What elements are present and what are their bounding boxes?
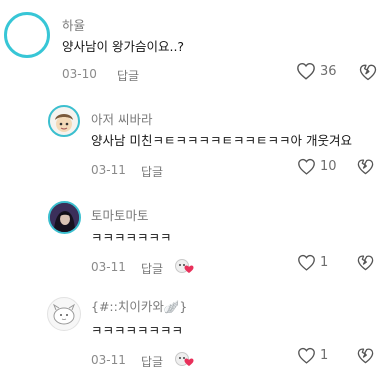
avatar-ring-icon[interactable] [4,12,50,58]
like-count: 1 [320,255,329,270]
avatar-photo-icon[interactable] [48,201,81,234]
reply-button[interactable]: 답글 [117,67,139,84]
creator-liked-icon [174,258,194,274]
like-count: 36 [320,63,337,79]
cartoon-face-icon [55,114,73,132]
comment-author[interactable]: 아저 씨바라 [91,109,152,128]
comment-date: 03-10 [62,67,97,81]
like-count: 10 [320,159,337,174]
creator-liked-icon [174,351,194,367]
heart-icon [297,62,315,80]
reply-button[interactable]: 답글 [141,260,163,277]
like-button[interactable]: 1 [297,254,328,271]
comment-date: 03-11 [91,260,126,274]
like-button[interactable]: 36 [296,62,337,80]
comment-item: 하율 양사남이 왕가슴이요..? 03-10 답글 36 [0,0,384,90]
comment-item: {#::치이카와🪽} ㅋㅋㅋㅋㅋㅋㅋㅋ 03-11 답글 1 [0,286,384,384]
comment-text: ㅋㅋㅋㅋㅋㅋㅋㅋ [91,323,184,338]
dislike-icon[interactable] [358,62,378,82]
comment-author[interactable]: 토마토마토 [91,205,149,224]
like-button[interactable]: 1 [297,347,328,364]
comment-text: 양사남이 왕가슴이요..? [62,39,185,54]
heart-icon [298,347,315,364]
dislike-icon[interactable] [356,157,375,176]
comment-text: 양사남 미친ㅋㅌㅋㅋㅋㅋㅌㅋㅋㅌㅋㅋ아 개웃겨요 [91,133,352,148]
comment-author[interactable]: 하율 [62,15,85,34]
reply-button[interactable]: 답글 [141,163,163,180]
sketch-character-icon [52,303,76,325]
comment-date: 03-11 [91,353,126,367]
comment-author[interactable]: {#::치이카와🪽} [91,296,187,315]
dislike-icon[interactable] [356,253,375,272]
avatar-cartoon-icon[interactable] [48,105,80,137]
comment-item: 아저 씨바라 양사남 미친ㅋㅌㅋㅋㅋㅋㅌㅋㅋㅌㅋㅋ아 개웃겨요 03-11 답글… [0,96,384,186]
like-button[interactable]: 10 [297,158,337,175]
reply-button[interactable]: 답글 [141,353,163,370]
like-count: 1 [320,348,329,363]
dislike-icon[interactable] [356,346,375,365]
portrait-icon [50,203,79,232]
heart-icon [298,254,315,271]
comment-date: 03-11 [91,163,126,177]
comment-text: ㅋㅋㅋㅋㅋㅋㅋ [91,230,172,245]
avatar-sketch-icon[interactable] [47,297,81,331]
heart-icon [298,158,315,175]
comment-item: 토마토마토 ㅋㅋㅋㅋㅋㅋㅋ 03-11 답글 1 [0,190,384,285]
